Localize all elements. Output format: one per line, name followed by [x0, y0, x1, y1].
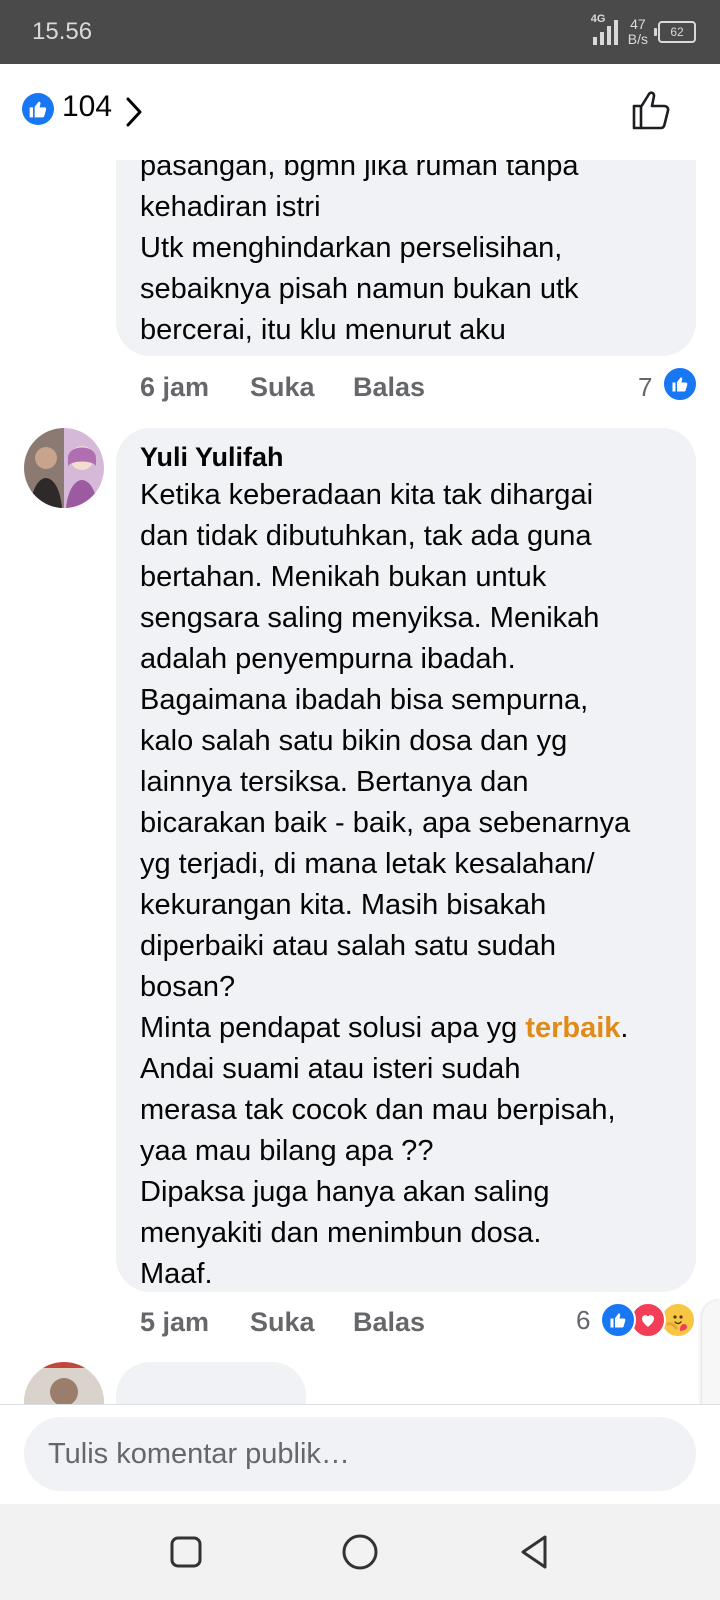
battery-icon: 62 [654, 21, 696, 43]
comment-bubble[interactable] [116, 1362, 306, 1404]
status-time: 15.56 [32, 18, 93, 45]
comment-bubble[interactable]: pasangan, bgmn jika rumah tanpa kehadira… [116, 160, 696, 356]
comment-text: Ketika keberadaan kita tak dihargai dan … [140, 475, 680, 1295]
reaction-count[interactable]: 7 [638, 372, 652, 403]
comment-reply-button[interactable]: Balas [353, 372, 425, 403]
comment-bubble[interactable]: Yuli Yulifah Ketika keberadaan kita tak … [116, 428, 696, 1292]
like-reaction-icon[interactable] [22, 93, 54, 125]
reaction-count[interactable]: 6 [576, 1305, 590, 1336]
square-icon [170, 1536, 202, 1568]
like-post-button[interactable] [630, 88, 674, 137]
comment-text-before: Ketika keberadaan kita tak dihargai dan … [140, 479, 631, 1044]
scroll-handle[interactable] [702, 1300, 720, 1404]
comment-body: Yuli Yulifah Ketika keberadaan kita tak … [140, 442, 680, 1295]
speed-unit: B/s [627, 31, 648, 47]
back-triangle-icon [521, 1535, 547, 1569]
avatar[interactable] [24, 1362, 104, 1404]
comment-composer [0, 1404, 720, 1505]
comment-input[interactable] [24, 1417, 696, 1491]
status-icons: 4G 47 B/s 62 [591, 13, 696, 50]
chevron-right-icon[interactable] [124, 96, 144, 133]
comment-author[interactable]: Yuli Yulifah [140, 442, 680, 473]
thumbs-up-outline-icon [632, 91, 670, 130]
comment-like-button[interactable]: Suka [250, 1307, 315, 1338]
comment-text-after: . Andai suami atau isteri sudah merasa t… [140, 1012, 629, 1290]
comment-time[interactable]: 5 jam [140, 1307, 209, 1338]
status-bar: 15.56 4G 47 B/s 62 [0, 0, 720, 64]
highlighted-word[interactable]: terbaik [525, 1012, 620, 1044]
comment-time[interactable]: 6 jam [140, 372, 209, 403]
reactions-header: 104 [0, 64, 720, 160]
comment-text: pasangan, bgmn jika rumah tanpa kehadira… [140, 160, 579, 346]
network-type: 4G [590, 13, 606, 25]
circle-icon [342, 1534, 378, 1570]
back-button[interactable] [510, 1528, 558, 1576]
recent-apps-button[interactable] [162, 1528, 210, 1576]
like-count[interactable]: 104 [62, 90, 112, 124]
network-speed: 47 B/s [628, 17, 648, 47]
comment-like-button[interactable]: Suka [250, 372, 315, 403]
avatar[interactable] [24, 428, 104, 508]
like-icon[interactable] [662, 366, 698, 402]
comments-list[interactable]: pasangan, bgmn jika rumah tanpa kehadira… [0, 160, 720, 1404]
battery-level: 62 [670, 25, 684, 39]
comment-reply-button[interactable]: Balas [353, 1307, 425, 1338]
signal-icon: 4G [591, 13, 618, 45]
home-button[interactable] [336, 1528, 384, 1576]
system-nav-bar [0, 1504, 720, 1600]
speed-value: 47 [630, 16, 646, 32]
like-icon[interactable] [600, 1302, 636, 1338]
